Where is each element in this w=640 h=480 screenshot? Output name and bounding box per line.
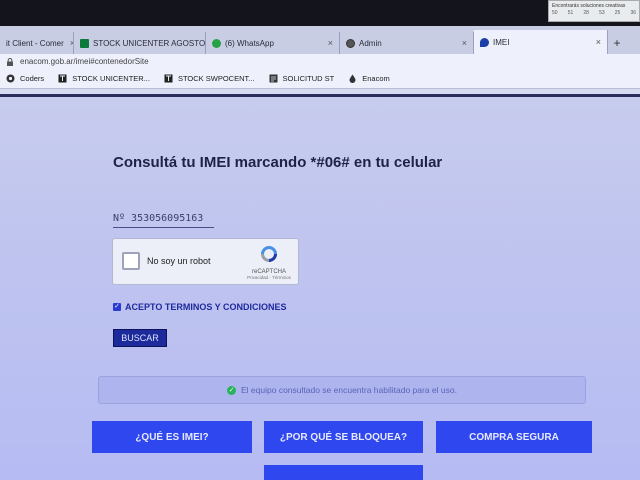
- globe-icon: [6, 74, 15, 83]
- tab-imei[interactable]: IMEI ×: [474, 30, 608, 54]
- imei-input[interactable]: [113, 210, 214, 228]
- recaptcha-links[interactable]: Privacidad - Términos: [246, 275, 292, 280]
- bookmark-label: STOCK SWPOCENT...: [177, 74, 255, 83]
- tab-label: STOCK UNICENTER AGOSTO: [93, 38, 206, 48]
- new-tab-button[interactable]: +: [608, 32, 626, 54]
- bookmark-label: STOCK UNICENTER...: [72, 74, 150, 83]
- what-is-imei-button[interactable]: ¿QUÉ ES IMEI?: [92, 421, 252, 453]
- why-blocked-button[interactable]: ¿POR QUÉ SE BLOQUEA?: [264, 421, 423, 453]
- whatsapp-icon: [212, 38, 221, 48]
- tab-label: Admin: [359, 38, 382, 48]
- recaptcha-label: No soy un robot: [147, 256, 211, 266]
- recaptcha-icon: [261, 246, 277, 262]
- extra-button[interactable]: [264, 465, 423, 480]
- close-icon[interactable]: ×: [322, 38, 333, 48]
- check-circle-icon: ✓: [227, 385, 237, 395]
- bookmark-enacom[interactable]: Enacom: [348, 74, 390, 83]
- bookmark-solicitud-st[interactable]: SOLICITUD ST: [269, 74, 335, 83]
- search-button[interactable]: BUSCAR: [113, 329, 167, 347]
- monitor-bezel: [0, 0, 640, 26]
- sheet-icon: [164, 74, 173, 83]
- notification-number: 51: [567, 10, 574, 16]
- page-title: Consultá tu IMEI marcando *#06# en tu ce…: [113, 154, 443, 171]
- drop-icon: [480, 37, 489, 47]
- globe-icon: [346, 38, 355, 48]
- sheet-icon: [58, 74, 67, 83]
- terms-checkbox-row[interactable]: ✓ ACEPTO TERMINOS Y CONDICIONES: [113, 302, 287, 312]
- bookmark-label: Enacom: [362, 74, 390, 83]
- bookmarks-bar: Coders STOCK UNICENTER... STOCK SWPOCENT…: [0, 69, 640, 89]
- close-icon[interactable]: ×: [64, 38, 73, 48]
- sheet-icon: [80, 38, 89, 48]
- drop-icon: [349, 74, 356, 83]
- notification-number: 28: [583, 10, 589, 16]
- recaptcha-widget: No soy un robot reCAPTCHA Privacidad - T…: [112, 238, 299, 285]
- imei-page: Consultá tu IMEI marcando *#06# en tu ce…: [0, 97, 640, 480]
- tab-whatsapp[interactable]: (6) WhatsApp ×: [206, 32, 340, 54]
- tab-client[interactable]: it Client - Comer ×: [0, 32, 74, 54]
- close-icon[interactable]: ×: [590, 37, 601, 47]
- notification-text: Encontrarás soluciones creativas: [552, 3, 626, 9]
- status-message: ✓ El equipo consultado se encuentra habi…: [98, 376, 586, 404]
- lock-icon: [7, 57, 13, 66]
- tab-stock-unicenter[interactable]: STOCK UNICENTER AGOSTO ×: [74, 32, 206, 54]
- safe-purchase-button[interactable]: COMPRA SEGURA: [436, 421, 592, 453]
- url-text: enacom.gob.ar/imei#contenedorSite: [20, 57, 149, 66]
- tab-strip: it Client - Comer × STOCK UNICENTER AGOS…: [0, 26, 640, 54]
- recaptcha-checkbox[interactable]: [122, 252, 140, 270]
- tab-label: it Client - Comer: [6, 38, 64, 48]
- notification-number: 25: [614, 10, 621, 16]
- monitor-screen: Encontrarás soluciones creativas 50 51 2…: [0, 0, 640, 480]
- form-icon: [269, 74, 278, 83]
- bookmark-label: Coders: [20, 74, 45, 83]
- tab-label: (6) WhatsApp: [225, 38, 274, 48]
- bookmark-stock-swpocent[interactable]: STOCK SWPOCENT...: [164, 74, 255, 83]
- close-icon[interactable]: ×: [456, 38, 467, 48]
- bookmark-stock-unicenter[interactable]: STOCK UNICENTER...: [58, 74, 150, 83]
- notification-number: 50: [552, 10, 558, 16]
- notification-numbers: 50 51 28 53 25 36: [552, 10, 636, 17]
- terms-checkbox[interactable]: ✓: [113, 303, 121, 311]
- notification-popup[interactable]: Encontrarás soluciones creativas 50 51 2…: [548, 0, 640, 22]
- bookmark-coders[interactable]: Coders: [6, 74, 44, 83]
- address-bar[interactable]: enacom.gob.ar/imei#contenedorSite: [0, 54, 640, 69]
- notification-number: 36: [630, 10, 636, 16]
- status-text: El equipo consultado se encuentra habili…: [241, 385, 457, 395]
- bookmark-label: SOLICITUD ST: [282, 74, 335, 83]
- notification-number: 53: [599, 10, 605, 16]
- terms-label: ACEPTO TERMINOS Y CONDICIONES: [125, 302, 287, 312]
- tab-label: IMEI: [493, 37, 510, 47]
- recaptcha-logo: reCAPTCHA Privacidad - Términos: [246, 244, 292, 280]
- tab-admin[interactable]: Admin ×: [340, 32, 474, 54]
